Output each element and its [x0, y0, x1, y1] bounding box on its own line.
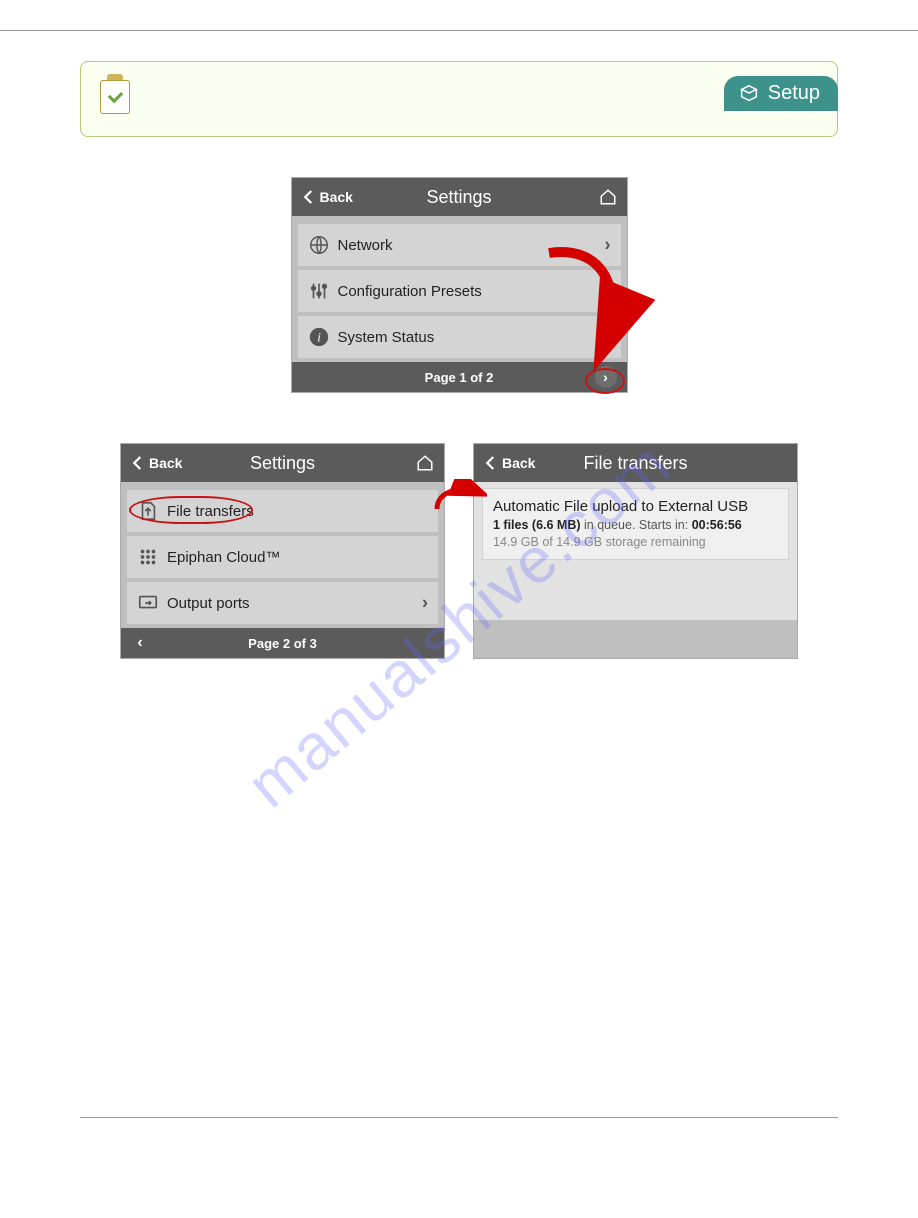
back-button[interactable]: Back [482, 444, 535, 482]
ft-queue-count: 1 files (6.6 MB) [493, 518, 581, 532]
chevron-left-icon [129, 454, 147, 472]
back-label: Back [502, 455, 535, 471]
back-label: Back [320, 189, 353, 205]
chevron-right-icon: › [605, 235, 611, 256]
home-button[interactable] [599, 178, 617, 216]
ft-queue-line: 1 files (6.6 MB) in queue. Starts in: 00… [493, 517, 778, 534]
screen-title: Settings [426, 187, 491, 208]
screen-title: Settings [250, 453, 315, 474]
ft-storage-line: 14.9 GB of 14.9 GB storage remaining [493, 534, 778, 551]
chevron-right-icon: › [422, 593, 428, 614]
setup-tab-label: Setup [768, 82, 820, 105]
monitor-out-icon [137, 592, 159, 614]
file-upload-icon [137, 500, 159, 522]
ft-queue-mid: in queue. Starts in: [581, 518, 692, 532]
bottom-rule [80, 1117, 838, 1118]
chevron-left-icon [300, 188, 318, 206]
row-epiphan-cloud[interactable]: Epiphan Cloud™ [127, 536, 438, 578]
back-label: Back [149, 455, 182, 471]
prev-page-button[interactable]: ‹ [131, 634, 149, 652]
row-label: Network [338, 237, 393, 254]
box-icon [738, 83, 760, 105]
chevron-left-icon [482, 454, 500, 472]
grid-dots-icon [137, 546, 159, 568]
sliders-icon [308, 280, 330, 302]
settings-screen-2: Back Settings File transfers Epiphan Clo… [120, 443, 445, 659]
file-transfer-card[interactable]: Automatic File upload to External USB 1 … [482, 488, 789, 560]
info-icon: i [308, 326, 330, 348]
file-transfer-panel: Automatic File upload to External USB 1 … [474, 482, 797, 620]
page-indicator: Page 1 of 2 [425, 370, 494, 385]
row-config-presets[interactable]: Configuration Presets › [298, 270, 621, 312]
screen-footer: ‹ Page 2 of 3 [121, 628, 444, 658]
clipboard-check-icon [97, 74, 133, 116]
row-label: File transfers [167, 503, 254, 520]
screen-footer: Page 1 of 2 › [292, 362, 627, 392]
settings-screen-1: Back Settings Network › Configuration Pr… [291, 177, 628, 393]
row-label: Epiphan Cloud™ [167, 549, 280, 566]
screen-header: Back Settings [292, 178, 627, 216]
row-file-transfers[interactable]: File transfers [127, 490, 438, 532]
ft-countdown: 00:56:56 [692, 518, 742, 532]
chevron-right-icon: › [605, 327, 611, 348]
screen-header: Back File transfers [474, 444, 797, 482]
setup-tab: Setup [724, 76, 838, 111]
settings-list: File transfers Epiphan Cloud™ Output por… [121, 482, 444, 624]
file-transfers-screen: Back File transfers Automatic File uploa… [473, 443, 798, 659]
globe-icon [308, 234, 330, 256]
row-network[interactable]: Network › [298, 224, 621, 266]
home-icon [599, 188, 617, 206]
next-page-button[interactable]: › [595, 366, 617, 388]
screen-header: Back Settings [121, 444, 444, 482]
home-icon [416, 454, 434, 472]
page-indicator: Page 2 of 3 [248, 636, 317, 651]
row-label: Output ports [167, 595, 250, 612]
row-output-ports[interactable]: Output ports › [127, 582, 438, 624]
row-label: Configuration Presets [338, 283, 482, 300]
row-system-status[interactable]: i System Status › [298, 316, 621, 358]
top-rule [0, 30, 918, 31]
settings-list: Network › Configuration Presets › i Syst… [292, 216, 627, 358]
svg-text:i: i [317, 331, 321, 345]
home-button[interactable] [416, 444, 434, 482]
back-button[interactable]: Back [129, 444, 182, 482]
row-label: System Status [338, 329, 435, 346]
back-button[interactable]: Back [300, 178, 353, 216]
ft-title: Automatic File upload to External USB [493, 497, 778, 517]
screen-title: File transfers [583, 453, 687, 474]
chevron-right-icon: › [605, 281, 611, 302]
